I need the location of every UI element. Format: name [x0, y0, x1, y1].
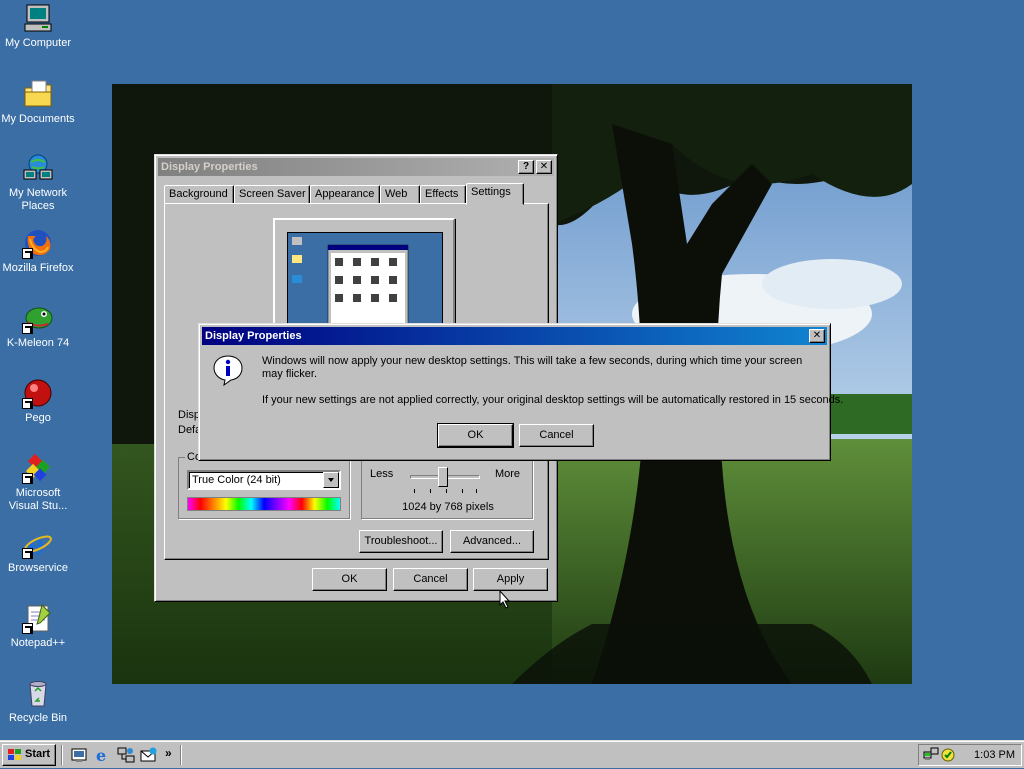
close-button[interactable]: ✕ [536, 160, 552, 174]
show-desktop-icon[interactable] [70, 746, 88, 764]
desktop-icon-label: Mozilla Firefox [2, 262, 74, 274]
outlook-express-icon[interactable] [140, 746, 158, 764]
tray-security-icon[interactable] [940, 747, 956, 763]
cancel-button[interactable]: Cancel [519, 424, 594, 447]
tab-background[interactable]: Background [164, 185, 234, 204]
monitor-preview-screen [287, 232, 443, 332]
slider-less-label: Less [370, 468, 394, 480]
internet-explorer-icon[interactable]: e [94, 746, 112, 765]
visual-studio-icon [22, 452, 54, 484]
ok-button[interactable]: OK [437, 423, 514, 448]
slider-tick [476, 489, 477, 493]
pego-icon [22, 377, 54, 409]
display-properties-titlebar[interactable]: Display Properties ? ✕ [158, 158, 554, 176]
tab-appearance[interactable]: Appearance [310, 185, 380, 204]
desktop-icon-mozilla-firefox[interactable]: Mozilla Firefox [0, 227, 76, 275]
tab-screen-saver[interactable]: Screen Saver [234, 185, 310, 204]
k-meleon-icon [22, 302, 54, 334]
start-button[interactable]: Start [2, 744, 56, 766]
tab-effects[interactable]: Effects [420, 185, 466, 204]
svg-text:e: e [96, 746, 106, 764]
desktop-icon-visual-studio[interactable]: Microsoft Visual Stu... [0, 452, 76, 513]
desktop-icon-pego[interactable]: Pego [0, 377, 76, 425]
screen-area-slider-thumb[interactable] [437, 467, 448, 487]
taskbar-separator [61, 745, 63, 765]
cancel-button[interactable]: Cancel [393, 568, 468, 591]
close-button[interactable]: ✕ [809, 329, 825, 343]
taskbar-separator [180, 745, 182, 765]
troubleshoot-button[interactable]: Troubleshoot... [359, 530, 443, 553]
desktop-icon-label: Browservice [8, 562, 68, 574]
desktop-icon-recycle-bin[interactable]: Recycle Bin [0, 677, 76, 725]
slider-tick [430, 489, 431, 493]
message-line-2: If your new settings are not applied cor… [262, 394, 844, 406]
taskbar: Start e » 1:03 PM [0, 740, 1024, 768]
windows-logo-icon [7, 748, 23, 762]
advanced-button[interactable]: Advanced... [450, 530, 534, 553]
apply-settings-message-box: Display Properties ✕ Windows will now ap… [198, 323, 844, 461]
desktop-icon-label: Recycle Bin [8, 712, 68, 724]
desktop-preview-image [292, 237, 409, 328]
start-label: Start [25, 748, 51, 760]
desktop-icon-my-network-places[interactable]: My Network Places [0, 152, 76, 213]
internet-explorer-icon: e [22, 527, 54, 559]
chevron-down-icon[interactable] [323, 472, 339, 488]
mouse-cursor-icon [499, 589, 511, 612]
message-box-title: Display Properties [205, 330, 302, 342]
desktop-icon-label: My Documents [1, 113, 75, 125]
network-places-icon [22, 152, 54, 184]
resolution-text: 1024 by 768 pixels [402, 501, 494, 513]
help-button[interactable]: ? [518, 160, 534, 174]
desktop-icon-browservice[interactable]: e Browservice [0, 527, 76, 575]
display-label: Disp [178, 409, 201, 421]
message-box-titlebar[interactable]: Display Properties ✕ [202, 327, 827, 345]
computer-icon [22, 2, 54, 34]
desktop-icon-label: Microsoft Visual Stu... [8, 487, 68, 512]
network-icon[interactable] [117, 746, 135, 764]
system-tray: 1:03 PM [918, 744, 1022, 766]
color-spectrum-bar [187, 497, 341, 511]
colors-dropdown[interactable]: True Color (24 bit) [187, 470, 341, 490]
slider-tick [414, 489, 415, 493]
slider-tick [462, 489, 463, 493]
slider-tick [446, 489, 447, 493]
desktop-icon-k-meleon[interactable]: K-Meleon 74 [0, 302, 76, 350]
slider-more-label: More [494, 468, 520, 480]
desktop-icon-notepad-plus-plus[interactable]: Notepad++ [0, 602, 76, 650]
desktop-icon-my-documents[interactable]: My Documents [0, 78, 76, 126]
window-title: Display Properties [161, 161, 258, 173]
colors-groupbox: Co True Color (24 bit) [178, 451, 350, 519]
desktop-icon-label: K-Meleon 74 [6, 337, 70, 349]
desktop-icon-label: Pego [25, 412, 51, 424]
desktop-icon-label: My Computer [4, 37, 72, 49]
tray-network-icon[interactable] [923, 747, 939, 763]
apply-button[interactable]: Apply [473, 568, 548, 591]
ok-button[interactable]: OK [312, 568, 387, 591]
desktop-icon-my-computer[interactable]: My Computer [0, 2, 76, 50]
tab-web[interactable]: Web [380, 185, 420, 204]
clock[interactable]: 1:03 PM [974, 749, 1015, 761]
colors-dropdown-value: True Color (24 bit) [192, 474, 281, 486]
recycle-bin-icon [22, 677, 54, 709]
firefox-icon [22, 227, 54, 259]
info-icon [212, 354, 244, 387]
notepad-plus-plus-icon [22, 602, 54, 634]
quick-launch-chevron[interactable]: » [165, 746, 172, 760]
message-line-1: Windows will now apply your new desktop … [262, 355, 803, 380]
folder-icon [22, 78, 54, 110]
desktop-icon-label: My Network Places [8, 187, 68, 212]
desktop-icon-label: Notepad++ [10, 637, 66, 649]
tab-settings[interactable]: Settings [466, 183, 524, 205]
screen-area-groupbox: Less More 1024 by 768 pixels [361, 457, 533, 519]
